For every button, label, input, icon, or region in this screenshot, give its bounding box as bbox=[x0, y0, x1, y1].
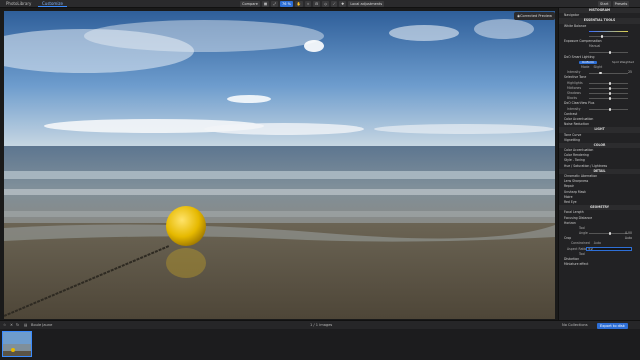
filmstrip bbox=[0, 329, 640, 360]
color-accentuation-label: Color Accentuation bbox=[564, 116, 594, 121]
temp-slider[interactable] bbox=[589, 35, 628, 39]
status-bar: ☆ ✕ ↻ ▤ Boule Jaune 1 / 1 images No Coll… bbox=[0, 320, 640, 329]
lens-sharpness-label: Lens Sharpness bbox=[564, 179, 589, 184]
miniature-label: Miniature effect bbox=[564, 262, 589, 267]
highlights-label: Highlights bbox=[567, 80, 583, 85]
intensity-slider[interactable] bbox=[589, 71, 628, 75]
beach-photo bbox=[4, 11, 555, 319]
crop-icon[interactable]: ⌗ bbox=[305, 1, 312, 7]
clearview-intensity-label: Intensity bbox=[567, 106, 581, 111]
eyedropper-icon[interactable]: ⟋ bbox=[330, 1, 338, 7]
fit-icon[interactable]: ⤢ bbox=[271, 1, 279, 7]
color-rendering-label: Color Rendering bbox=[564, 153, 589, 158]
settings-panel: HISTOGRAM Navigator ESSENTIAL TOOLS Whit… bbox=[558, 8, 640, 320]
view-tools: Compare ▦ ⤢ 76 % ✋ ⌗ ⊟ ◇ ⟋ ✚ Local adjus… bbox=[240, 1, 385, 7]
exposure-knob[interactable] bbox=[608, 50, 612, 54]
vignetting-label: Vignetting bbox=[564, 137, 580, 142]
corrected-preview-toggle[interactable]: ◉ Corrected Preview bbox=[514, 12, 555, 20]
clearview-slider[interactable] bbox=[589, 107, 628, 111]
perspective-icon[interactable]: ◇ bbox=[322, 1, 329, 7]
crop-label: Crop bbox=[564, 236, 572, 241]
highlights-slider[interactable] bbox=[589, 81, 628, 85]
shadows-slider[interactable] bbox=[589, 92, 628, 96]
aspect-ratio-field[interactable]: 3:2 bbox=[586, 247, 632, 252]
hand-icon[interactable]: ✋ bbox=[294, 1, 304, 7]
tint-slider[interactable] bbox=[589, 30, 628, 32]
presets-button[interactable]: Presets bbox=[612, 1, 630, 7]
mode-label: Mode bbox=[581, 65, 590, 70]
grid-icon[interactable]: ▦ bbox=[261, 1, 270, 7]
uniform-button[interactable]: Uniform bbox=[579, 60, 597, 65]
miniature-group[interactable]: Miniature effect bbox=[559, 262, 640, 267]
moire-label: Moire bbox=[564, 194, 573, 199]
angle-knob[interactable] bbox=[608, 232, 612, 236]
horizon-label: Horizon bbox=[564, 220, 576, 225]
zoom-button[interactable]: 76 % bbox=[280, 1, 293, 7]
compare-button[interactable]: Compare bbox=[240, 1, 260, 7]
auto-value[interactable]: Auto bbox=[594, 241, 601, 245]
mode-value[interactable]: Slight bbox=[593, 65, 602, 69]
angle-label: Angle bbox=[579, 231, 588, 236]
exposure-label: Exposure Compensation bbox=[564, 39, 602, 44]
contrast-label: Contrast bbox=[564, 111, 578, 116]
top-toolbar: PhotoLibrary Customize Compare ▦ ⤢ 76 % … bbox=[0, 0, 640, 8]
repair-label: Repair bbox=[564, 184, 574, 189]
intensity-knob[interactable] bbox=[598, 71, 602, 75]
blacks-label: Blacks bbox=[567, 96, 577, 101]
start-button[interactable]: Start bbox=[598, 1, 611, 7]
aspect-ratio-label: Aspect Ratio bbox=[567, 246, 587, 251]
intensity-label: Intensity bbox=[567, 70, 581, 75]
temp-knob[interactable] bbox=[600, 35, 604, 39]
clearview-knob[interactable] bbox=[608, 107, 612, 111]
exposure-slider[interactable] bbox=[589, 50, 628, 54]
distortion-label: Distortion bbox=[564, 257, 580, 261]
focusing-distance-label: Focusing Distance bbox=[564, 215, 593, 220]
highlights-knob[interactable] bbox=[608, 81, 612, 85]
style-toning-label: Style - Toning bbox=[564, 158, 585, 163]
white-balance-label: White Balance bbox=[564, 23, 587, 28]
midtones-knob[interactable] bbox=[608, 87, 612, 90]
red-eye-label: Red Eye bbox=[564, 199, 577, 204]
spot-weighted-button[interactable]: Spot Weighted bbox=[609, 60, 637, 65]
horizon-icon[interactable]: ⊟ bbox=[313, 1, 321, 7]
constrained-label: Constrained bbox=[571, 241, 590, 246]
blacks-knob[interactable] bbox=[608, 97, 612, 101]
color-accentuation-2-label: Color Accentuation bbox=[564, 148, 594, 153]
local-adjustments-button[interactable]: Local adjustments bbox=[348, 1, 385, 7]
tab-customize[interactable]: Customize bbox=[38, 1, 67, 7]
chromatic-label: Chromatic Aberration bbox=[564, 174, 598, 178]
hsl-label: Hue / Saturation / Lightness bbox=[564, 163, 608, 168]
crop-tool-label: Tool bbox=[579, 251, 586, 256]
repair-icon[interactable]: ✚ bbox=[339, 1, 347, 7]
clearview-label: DxO ClearView Plus bbox=[564, 101, 595, 106]
shadows-knob[interactable] bbox=[608, 92, 612, 96]
filmstrip-thumbnail[interactable] bbox=[2, 331, 32, 357]
photo-canvas[interactable] bbox=[4, 11, 555, 319]
preset-tools: Start Presets bbox=[598, 1, 630, 7]
midtones-label: Midtones bbox=[567, 85, 582, 90]
navigator-label: Navigator bbox=[564, 13, 580, 18]
angle-slider[interactable] bbox=[589, 232, 628, 236]
manual-label: Manual bbox=[589, 44, 601, 49]
selective-tone-label: Selective Tone bbox=[564, 75, 587, 80]
focal-length-label: Focal Length bbox=[564, 210, 584, 215]
blacks-slider[interactable] bbox=[589, 97, 628, 101]
unsharp-mask-label: Unsharp Mask bbox=[564, 189, 586, 194]
smart-lighting-label: DxO Smart Lighting bbox=[564, 54, 595, 59]
tone-curve-label: Tone Curve bbox=[564, 132, 582, 137]
export-button[interactable]: Export to disk bbox=[597, 322, 628, 329]
tab-photolibrary[interactable]: PhotoLibrary bbox=[2, 1, 35, 7]
preview-label: Corrected Preview bbox=[520, 14, 552, 18]
noise-reduction-label: Noise Reduction bbox=[564, 122, 590, 127]
midtones-slider[interactable] bbox=[589, 87, 628, 90]
horizon-tool-label: Tool bbox=[579, 225, 586, 230]
thumbnail-image bbox=[3, 332, 31, 356]
shadows-label: Shadows bbox=[567, 91, 581, 95]
